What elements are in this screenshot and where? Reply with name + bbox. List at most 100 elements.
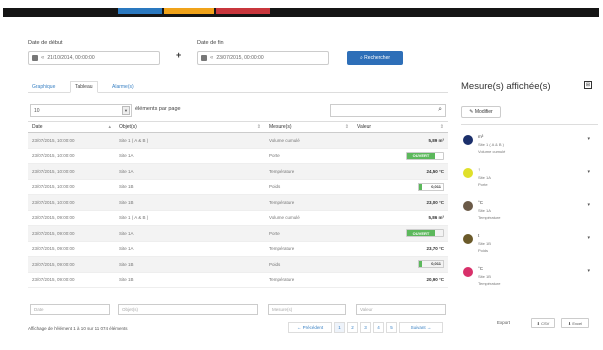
chevron-down-icon[interactable]: ▾ <box>587 169 590 175</box>
sort-icon: ⇕ <box>439 124 444 130</box>
cell-objet: Site 1A <box>115 225 265 242</box>
measure-site: Site 1B <box>478 241 491 246</box>
measure-site: Site 1 ( A & B ) <box>478 142 505 147</box>
header-date[interactable]: Date ▴ <box>28 121 115 133</box>
table-search-input[interactable]: ⌕ <box>330 104 446 117</box>
cell-mesure: Température <box>265 194 353 211</box>
double-chevron-left-icon[interactable]: « <box>210 55 213 61</box>
cell-objet: Site 1B <box>115 179 265 195</box>
tab-graphique[interactable]: Graphique <box>28 81 59 93</box>
search-button[interactable]: ⌕ Rechercher <box>347 51 403 65</box>
date-end-value: 23/07/2015, 00:00:00 <box>216 55 264 61</box>
search-icon[interactable]: ⌕ <box>438 106 442 114</box>
filter-objets[interactable]: Objet(s) <box>118 304 258 315</box>
chevron-down-icon[interactable]: ▾ <box>587 268 590 274</box>
header-valeur[interactable]: Valeur ⇕ <box>353 121 448 133</box>
modify-button[interactable]: ✎ Modifier <box>461 106 501 118</box>
measure-unit: ↑ <box>478 167 481 172</box>
measure-item[interactable]: t Site 1B Poids ▾ <box>463 232 598 264</box>
pagination-page[interactable]: 5 <box>386 322 397 333</box>
table-row: 23/07/2015, 09:00:00 Site 1B Poids 0,011 <box>28 256 448 273</box>
cell-mesure: Volume cumulé <box>265 132 353 149</box>
export-label: Export <box>497 320 511 325</box>
pagination-next[interactable]: Suivant → <box>399 322 443 333</box>
cell-date: 23/07/2015, 10:00:00 <box>28 179 115 195</box>
pagination-page[interactable]: 1 <box>334 322 345 333</box>
cell-objet: Site 1A <box>115 148 265 164</box>
status-label: OUVERT <box>407 230 435 237</box>
cell-valeur: 24,50 °C <box>353 163 448 180</box>
panel-title: Mesure(s) affichée(s) <box>461 81 551 92</box>
top-bar <box>3 8 599 17</box>
color-strip-orange <box>164 8 214 14</box>
measure-site: Site 1A <box>478 208 491 213</box>
pagination-page[interactable]: 2 <box>347 322 358 333</box>
series-color-dot <box>463 234 473 244</box>
measure-item[interactable]: °C Site 1B Température ▾ <box>463 265 598 297</box>
cell-mesure: Porte <box>265 148 353 164</box>
filter-valeur[interactable]: Valeur <box>356 304 446 315</box>
color-strip-red <box>216 8 270 14</box>
filter-date[interactable]: Date <box>30 304 110 315</box>
view-tabs: Graphique Tableau Alarme(s) <box>28 81 448 93</box>
date-end-input[interactable]: « 23/07/2015, 00:00:00 <box>197 51 329 65</box>
expand-icon[interactable]: ⊞ <box>584 81 592 89</box>
pagination-previous[interactable]: ← Précédent <box>288 322 332 333</box>
calendar-icon[interactable] <box>32 55 38 61</box>
measure-site: Site 1A <box>478 175 491 180</box>
per-page-select[interactable]: 10 ▼ <box>30 104 132 117</box>
measure-unit: t <box>478 233 480 238</box>
chevron-down-icon[interactable]: ▾ <box>587 202 590 208</box>
cell-objet: Site 1B <box>115 272 265 288</box>
tab-alarmes[interactable]: Alarme(s) <box>108 81 138 93</box>
measure-unit: °C <box>478 200 484 205</box>
tab-tableau[interactable]: Tableau <box>70 81 98 93</box>
pagination-page[interactable]: 4 <box>373 322 384 333</box>
pagination-page[interactable]: 3 <box>360 322 371 333</box>
cell-valeur: 0,011 <box>353 179 448 195</box>
chevron-down-icon[interactable]: ▾ <box>587 235 590 241</box>
date-end-label: Date de fin <box>197 40 224 46</box>
bar-value: 0,011 <box>431 261 441 267</box>
cell-valeur: 20,90 °C <box>353 272 448 288</box>
cell-mesure: Température <box>265 163 353 180</box>
export-excel-button[interactable]: ⬇ Excel <box>561 318 589 328</box>
table-row: 23/07/2015, 09:00:00 Site 1B Température 20… <box>28 272 448 288</box>
plus-icon: + <box>176 50 182 60</box>
sort-desc-icon: ▴ <box>108 124 111 130</box>
table-row: 23/07/2015, 09:00:00 Site 1 ( A & B ) Volu… <box>28 210 448 226</box>
cell-date: 23/07/2015, 10:00:00 <box>28 148 115 164</box>
header-mesures[interactable]: Mesure(s) ⇕ <box>265 121 353 133</box>
double-chevron-left-icon[interactable]: « <box>41 55 44 61</box>
cell-date: 23/07/2015, 10:00:00 <box>28 132 115 149</box>
chevron-down-icon[interactable]: ▼ <box>122 106 130 115</box>
table-row: 23/07/2015, 10:00:00 Site 1B Poids 0,011 <box>28 179 448 195</box>
cell-valeur: 5,86 m³ <box>353 210 448 226</box>
measure-item[interactable]: °C Site 1A Température ▾ <box>463 199 598 231</box>
series-color-dot <box>463 267 473 277</box>
export-csv-button[interactable]: ⬇ CSV <box>531 318 555 328</box>
date-start-input[interactable]: « 21/10/2014, 00:00:00 <box>28 51 160 65</box>
table-row: 23/07/2015, 10:00:00 Site 1A Température 24… <box>28 163 448 180</box>
table-row: 23/07/2015, 10:00:00 Site 1B Température 23… <box>28 194 448 211</box>
cell-objet: Site 1 ( A & B ) <box>115 210 265 226</box>
cell-mesure: Poids <box>265 256 353 273</box>
measure-item[interactable]: m³ Site 1 ( A & B ) Volume cumulé ▾ <box>463 133 598 165</box>
cell-objet: Site 1B <box>115 256 265 273</box>
chevron-down-icon[interactable]: ▾ <box>587 136 590 142</box>
status-label: OUVERT <box>407 152 435 159</box>
cell-date: 23/07/2015, 09:00:00 <box>28 225 115 242</box>
cell-date: 23/07/2015, 09:00:00 <box>28 272 115 288</box>
measure-item[interactable]: ↑ Site 1A Porte ▾ <box>463 166 598 198</box>
cell-date: 23/07/2015, 09:00:00 <box>28 241 115 257</box>
header-objets[interactable]: Objet(s) ⇕ <box>115 121 265 133</box>
measure-name: Poids <box>478 248 489 253</box>
data-table: Date ▴ Objet(s) ⇕ Mesure(s) ⇕ Valeur ⇕ 23/07… <box>28 121 448 288</box>
date-start-label: Date de début <box>28 40 63 46</box>
series-color-dot <box>463 135 473 145</box>
value-bar: 0,011 <box>418 182 444 191</box>
panel-divider <box>461 124 598 125</box>
cell-date: 23/07/2015, 09:00:00 <box>28 210 115 226</box>
calendar-icon[interactable] <box>201 55 207 61</box>
filter-mesures[interactable]: Mesure(s) <box>268 304 346 315</box>
